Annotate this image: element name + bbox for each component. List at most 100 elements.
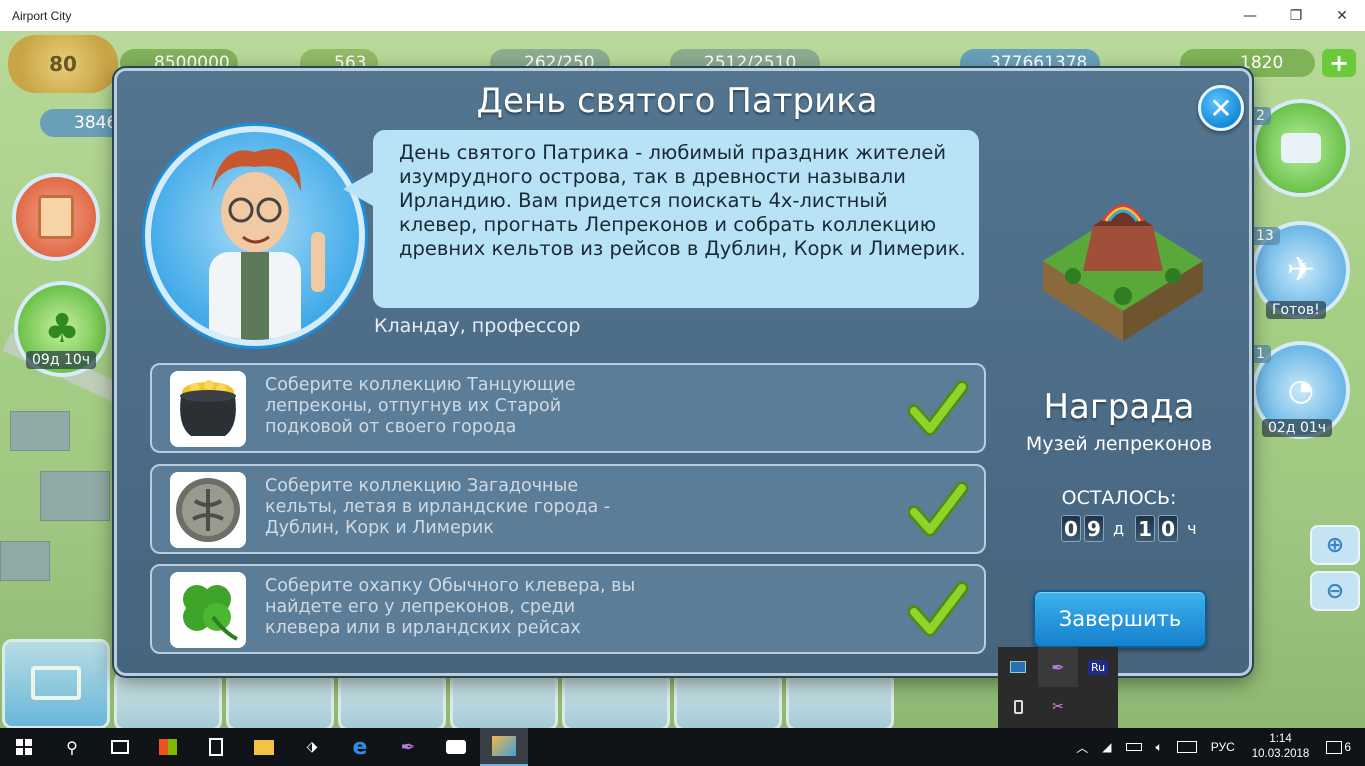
- camera-button[interactable]: [432, 728, 480, 766]
- clock[interactable]: 1:14 10.03.2018: [1242, 732, 1320, 762]
- clock-time: 1:14: [1269, 733, 1292, 745]
- task-item: Соберите коллекцию Загадочные кельты, ле…: [150, 464, 986, 554]
- language-indicator[interactable]: РУС: [1204, 740, 1242, 754]
- calculator-icon: [209, 738, 223, 756]
- add-bucks-button[interactable]: +: [1322, 49, 1356, 77]
- feather-app-icon[interactable]: ✒: [1038, 647, 1078, 687]
- feather-app-button[interactable]: ✒: [384, 728, 432, 766]
- tab-map[interactable]: [674, 671, 782, 728]
- windows-logo-icon: [16, 739, 32, 755]
- volume-icon[interactable]: 🔈︎: [1149, 740, 1170, 755]
- search-button[interactable]: ⚲: [48, 728, 96, 766]
- remaining-label: ОСТАЛОСЬ:: [1061, 487, 1177, 509]
- window-title-bar: Airport City — ❐ ✕: [0, 0, 1365, 31]
- timer-digit: 9: [1084, 515, 1104, 542]
- search-icon: ⚲: [66, 737, 78, 757]
- app-button[interactable]: ⬗: [288, 728, 336, 766]
- action-center-icon: [1326, 740, 1343, 754]
- usb-device-icon[interactable]: [998, 687, 1038, 727]
- professor-portrait: [145, 126, 365, 346]
- language-ru-icon[interactable]: Ru: [1078, 647, 1118, 687]
- airport-city-icon: [492, 736, 516, 756]
- store-icon: [159, 739, 177, 755]
- tab-flights[interactable]: [562, 671, 670, 728]
- event-timer-badge: 09д 10ч: [26, 351, 97, 369]
- window-controls: — ❐ ✕: [1227, 0, 1365, 31]
- timer-days-unit: д: [1113, 519, 1125, 538]
- zoom-out-button[interactable]: ⊖: [1310, 571, 1360, 611]
- network-icon[interactable]: ◢: [1095, 740, 1118, 754]
- snipping-tool-icon[interactable]: ✂: [1038, 687, 1078, 727]
- system-tray: ︿ ◢ 🔈︎ РУС 1:14 10.03.2018 6: [1069, 728, 1365, 766]
- dialog-title: День святого Патрика: [476, 81, 878, 121]
- close-window-button[interactable]: ✕: [1319, 0, 1365, 31]
- building: [10, 411, 70, 451]
- task-description: Соберите коллекцию Танцующие лепреконы, …: [265, 375, 576, 437]
- task-description: Соберите коллекцию Загадочные кельты, ле…: [265, 476, 611, 538]
- battery-icon[interactable]: [1119, 743, 1149, 751]
- file-explorer-button[interactable]: [240, 728, 288, 766]
- notebook-icon: [38, 195, 74, 239]
- plane-icon: ✈: [1286, 250, 1316, 290]
- ready-badge: Готов!: [1266, 301, 1326, 319]
- finish-button[interactable]: Завершить: [1033, 590, 1207, 648]
- empty-slot: [1078, 687, 1118, 727]
- taskbar: ⚲ ⬗ e ✒ ︿ ◢ 🔈︎ РУС 1:14 10.03.2018 6: [0, 728, 1365, 766]
- tower-count-badge: 2: [1250, 107, 1271, 125]
- speech-text: День святого Патрика - любимый праздник …: [399, 141, 966, 260]
- event-dialog: День святого Патрика ✕ День святого Патр…: [114, 68, 1252, 676]
- tab-warehouse[interactable]: [226, 671, 334, 728]
- notebook-button[interactable]: [12, 173, 100, 261]
- airport-city-taskbar-button[interactable]: [480, 728, 528, 766]
- edge-icon: e: [352, 734, 368, 760]
- task-description: Соберите охапку Обычного клевера, вы най…: [265, 576, 636, 638]
- close-dialog-button[interactable]: ✕: [1198, 85, 1244, 131]
- tower-icon: [1281, 133, 1321, 163]
- calculator-button[interactable]: [192, 728, 240, 766]
- population-value: 3846: [74, 113, 118, 133]
- notification-count: 6: [1344, 740, 1351, 754]
- boost-count-badge: 1: [1250, 345, 1271, 363]
- radar-count-badge: 13: [1250, 227, 1280, 245]
- speaker-name: Кландау, профессор: [374, 315, 581, 337]
- ru-label: Ru: [1087, 659, 1109, 675]
- clock-date: 10.03.2018: [1251, 748, 1310, 760]
- timer-digit: 1: [1135, 515, 1156, 542]
- task-view-button[interactable]: [96, 728, 144, 766]
- speech-bubble-tail: [343, 171, 375, 207]
- feather-icon: ✒: [400, 736, 416, 758]
- store-button[interactable]: [144, 728, 192, 766]
- start-button[interactable]: [0, 728, 48, 766]
- tray-overflow-popup: ✒ Ru ✂: [998, 647, 1118, 728]
- tab-planes[interactable]: [114, 671, 222, 728]
- checkmark-icon: [908, 481, 968, 537]
- tab-settings[interactable]: [786, 671, 894, 728]
- maximize-button[interactable]: ❐: [1273, 0, 1319, 31]
- app-icon: ⬗: [306, 739, 318, 755]
- task-item: Соберите охапку Обычного клевера, вы най…: [150, 564, 986, 654]
- professor-avatar: [209, 148, 325, 340]
- close-icon: ✕: [1209, 91, 1233, 125]
- level-badge[interactable]: 80: [8, 35, 118, 93]
- monitor-app-icon[interactable]: [998, 647, 1038, 687]
- boost-timer-badge: 02д 01ч: [1262, 419, 1333, 437]
- checkmark-icon: [908, 380, 968, 436]
- keyboard-icon[interactable]: [1170, 741, 1204, 753]
- reward-title: Награда: [1043, 387, 1195, 427]
- camera-icon: [446, 740, 466, 754]
- celtic-coin-icon: [170, 472, 246, 548]
- show-hidden-icons-button[interactable]: ︿: [1069, 739, 1095, 756]
- zoom-in-button[interactable]: ⊕: [1310, 525, 1360, 565]
- clover-icon: ♣: [44, 306, 80, 352]
- building: [0, 541, 50, 581]
- pot-of-gold-icon: [170, 371, 246, 447]
- shop-button[interactable]: [2, 639, 110, 728]
- edge-button[interactable]: e: [336, 728, 384, 766]
- checkmark-icon: [908, 581, 968, 637]
- tab-friends[interactable]: [450, 671, 558, 728]
- chevron-up-icon: ︿: [1076, 740, 1089, 755]
- task-view-icon: [111, 740, 129, 754]
- tab-chest[interactable]: [338, 671, 446, 728]
- minimize-button[interactable]: —: [1227, 0, 1273, 31]
- notifications-button[interactable]: 6: [1319, 740, 1365, 754]
